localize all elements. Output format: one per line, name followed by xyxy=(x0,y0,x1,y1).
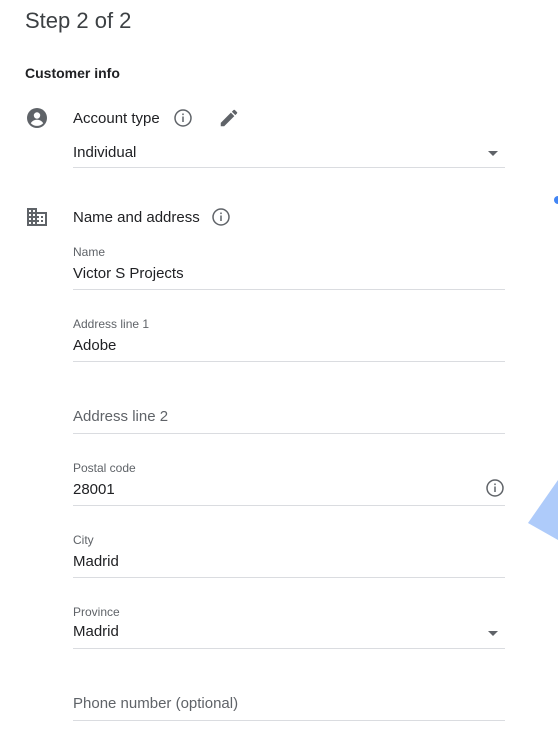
province-select[interactable]: Province Madrid xyxy=(73,605,505,649)
name-address-info-icon[interactable] xyxy=(211,207,231,227)
city-value: Madrid xyxy=(73,553,119,570)
postal-code-info-icon[interactable] xyxy=(485,478,505,498)
account-type-select[interactable]: Individual xyxy=(73,139,505,168)
address-line1-value: Adobe xyxy=(73,337,117,354)
chevron-down-icon xyxy=(488,631,498,636)
address-line2-field[interactable]: Address line 2 xyxy=(73,389,505,434)
postal-code-field[interactable]: Postal code 28001 xyxy=(73,461,505,506)
customer-info-form: Step 2 of 2 Customer info Account type I… xyxy=(0,0,558,731)
address-line1-label: Address line 1 xyxy=(73,317,150,331)
business-building-icon xyxy=(25,205,49,229)
phone-number-placeholder: Phone number (optional) xyxy=(73,695,239,712)
address-line1-field[interactable]: Address line 1 Adobe xyxy=(73,317,505,362)
chevron-down-icon xyxy=(488,151,498,156)
decorative-triangle xyxy=(528,480,558,540)
name-field-label: Name xyxy=(73,245,106,259)
section-title: Customer info xyxy=(25,65,120,81)
name-address-label: Name and address xyxy=(73,209,200,226)
account-type-info-icon[interactable] xyxy=(173,108,193,128)
account-type-value: Individual xyxy=(73,144,137,161)
city-field[interactable]: City Madrid xyxy=(73,533,505,578)
name-field-value: Victor S Projects xyxy=(73,265,184,282)
step-title: Step 2 of 2 xyxy=(25,8,132,33)
account-type-label: Account type xyxy=(73,110,160,127)
phone-number-field[interactable]: Phone number (optional) xyxy=(73,676,505,721)
postal-code-value: 28001 xyxy=(73,481,115,498)
postal-code-label: Postal code xyxy=(73,461,136,475)
decorative-dot xyxy=(554,196,558,204)
city-label: City xyxy=(73,533,94,547)
province-label: Province xyxy=(73,605,120,619)
account-circle-icon xyxy=(25,106,49,130)
name-field[interactable]: Name Victor S Projects xyxy=(73,245,505,290)
address-line2-placeholder: Address line 2 xyxy=(73,408,169,425)
edit-pencil-icon[interactable] xyxy=(218,107,240,129)
province-value: Madrid xyxy=(73,623,119,640)
